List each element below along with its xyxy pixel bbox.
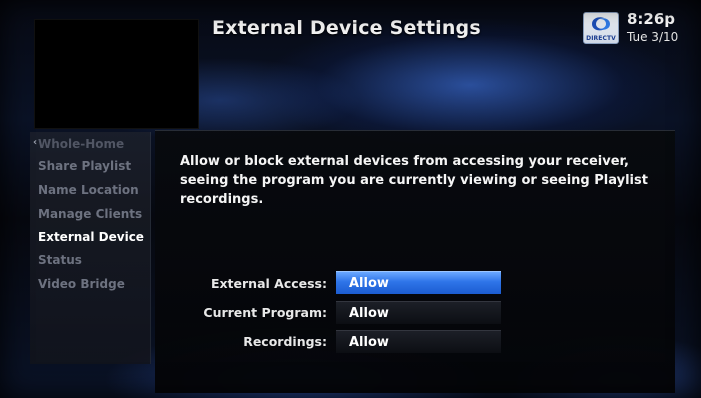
logo-text: DIRECTV [586,35,616,42]
sidebar-item-name-location[interactable]: Name Location [38,183,139,197]
sidebar-item-label: Name Location [38,183,139,197]
clock-date: Tue 3/10 [627,30,679,44]
settings-description: Allow or block external devices from acc… [180,154,648,207]
sidebar-item-external-device[interactable]: External Device [38,230,144,244]
sidebar-item-video-bridge[interactable]: Video Bridge [38,277,125,291]
sidebar-item-whole-home[interactable]: ‹ Whole-Home [33,137,125,151]
back-arrow-icon: ‹ [33,137,38,148]
sidebar-item-status[interactable]: Status [38,253,82,267]
sidebar-item-label: Video Bridge [38,277,125,291]
current-program-button[interactable]: Allow [336,301,501,324]
external-access-button[interactable]: Allow [336,271,501,294]
directv-logo: DIRECTV [583,12,619,44]
sidebar-item-label: Share Playlist [38,159,132,173]
current-program-label: Current Program: [203,305,327,320]
main-settings-panel: Allow or block external devices from acc… [155,130,675,393]
sidebar-item-label: Status [38,253,82,267]
sidebar-item-share-playlist[interactable]: Share Playlist [38,159,131,173]
sidebar-item-label: External Device [38,230,144,244]
sidebar-item-manage-clients[interactable]: Manage Clients [38,207,142,221]
sidebar-item-label: Whole-Home [38,137,125,151]
tv-screen: External Device Settings DIRECTV 8:26p T… [0,0,701,398]
sidebar-item-label: Manage Clients [38,207,143,221]
video-preview-window [34,19,199,129]
recordings-button[interactable]: Allow [336,330,501,353]
clock-time: 8:26p [627,10,676,28]
settings-sidebar: ‹ Whole-Home Share Playlist Name Locatio… [30,132,151,364]
directv-cyclone-icon [592,17,610,31]
external-access-label: External Access: [210,276,327,291]
recordings-label: Recordings: [243,334,327,349]
page-title: External Device Settings [212,17,481,39]
